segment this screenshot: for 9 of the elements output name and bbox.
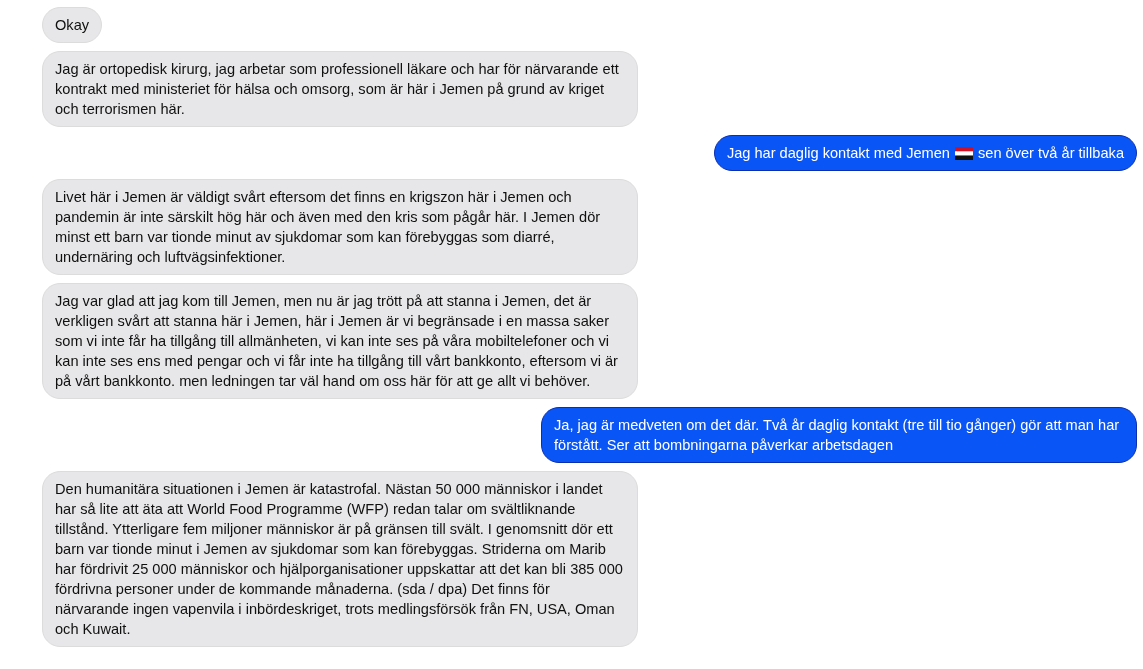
message-text: Jag är ortopedisk kirurg, jag arbetar som professionell läkare och har för närvarande ett kontrakt med ministeriet för hälsa och omsorg, som är här i Jemen på grund av kriget och terrorismen här. bbox=[55, 61, 619, 117]
message-text: Okay bbox=[55, 17, 90, 33]
flag-icon bbox=[955, 147, 973, 160]
message-text: Den humanitära situationen i Jemen är katastrofal. Nästan 50 000 människor i landet har så lite att äta att World Food Programme (WFP) redan talar om svältliknande tillstånd. Ytterligare fem miljoner människor är på gränsen till svält. I genomsnitt dör ett barn var tionde minut i Jemen av sjukdomar som kan förebyggas. Striderna om Marib har fördrivit 25 000 människor och hjälporganisationer uppskattar att det kan bli 385 000 fördrivna personer under de kommande månaderna. (sda / dpa) Det finns för närvarande ingen vapenvila i inbördeskriget, trots medlingsförsök från FN, USA, Oman och Kuwait. bbox=[55, 481, 623, 637]
message-text: Ja, jag är medveten om det där. Två år daglig kontakt (tre till tio gånger) gör att man har förstått. Ser att bombningarna påverkar arbetsdagen bbox=[554, 417, 1120, 453]
message-text: Jag var glad att jag kom till Jemen, men nu är jag trött på att stanna i Jemen, det är verkligen svårt att stanna här i Jemen, här i Jemen är vi begränsade i en massa saker som vi inte får ha tillgång till allmänheten, vi kan inte ses på våra mobiltelefoner och vi kan inte ses ens med pengar och vi får inte ha tillgång till vårt bankkonto, eftersom vi är på vårt bankkonto. men ledningen tar väl hand om oss här för att ge allt vi behöver. bbox=[55, 293, 618, 389]
message-text: Jag har daglig kontakt med Jemen bbox=[726, 145, 950, 161]
message-text: Livet här i Jemen är väldigt svårt eftersom det finns en krigszon här i Jemen och pandemin är inte särskilt hög här och även med den kris som pågår här. I Jemen dör minst ett barn var tionde minut av sjukdomar som kan förebyggas som diarré, undernäring och luftvägsinfektioner. bbox=[55, 189, 601, 265]
message-text: sen över två år tillbaka bbox=[978, 145, 1124, 161]
